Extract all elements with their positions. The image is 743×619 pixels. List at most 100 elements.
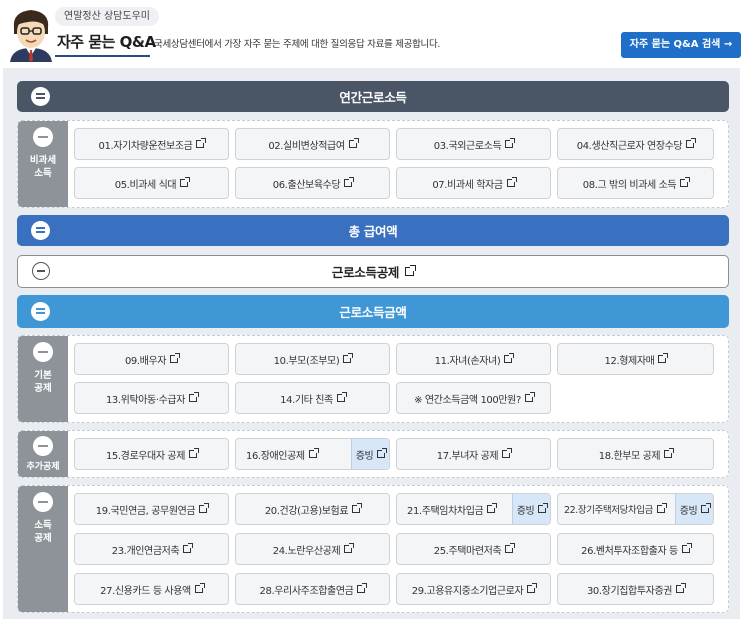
- side-text: 기본: [34, 370, 52, 381]
- tag-label: 증빙: [355, 450, 374, 462]
- item-07[interactable]: 07.비과세 학자금: [396, 167, 551, 199]
- external-link-icon: [357, 583, 368, 593]
- item-13[interactable]: 13.위탁아동·수급자: [74, 382, 229, 414]
- page-description: 국세상담센터에서 가장 자주 묻는 주제에 대한 질의응답 자료를 제공합니다.: [154, 39, 441, 50]
- item-04[interactable]: 04.생산직근로자 연장수당: [557, 128, 714, 160]
- item-26[interactable]: 26.벤처투자조합출자 등: [557, 533, 714, 565]
- external-link-icon: [344, 543, 355, 553]
- item-income-limit[interactable]: ※ 연간소득금액 100만원?: [396, 382, 551, 414]
- external-link-icon: [680, 177, 691, 187]
- item-03[interactable]: 03.국외근로소득: [396, 128, 551, 160]
- item-15[interactable]: 15.경로우대자 공제: [74, 438, 229, 470]
- minus-icon[interactable]: [33, 436, 53, 456]
- item-30[interactable]: 30.장기집합투자증권: [557, 573, 714, 605]
- item-22[interactable]: 22.장기주택저당차입금 증빙: [557, 493, 714, 525]
- item-label: 25.주택마련저축: [433, 545, 502, 557]
- item-01[interactable]: 01.자기차량운전보조금: [74, 128, 229, 160]
- tag-label: 증빙: [516, 505, 535, 517]
- item-14[interactable]: 14.기타 친족: [235, 382, 390, 414]
- item-label: 04.생산직근로자 연장수당: [576, 140, 683, 152]
- external-link-icon: [681, 543, 692, 553]
- item-09[interactable]: 09.배우자: [74, 343, 229, 375]
- item-17[interactable]: 17.부녀자 공제: [396, 438, 551, 470]
- item-20[interactable]: 20.건강(고용)보험료: [235, 493, 390, 525]
- external-link-icon: [352, 503, 363, 513]
- external-link-icon: [405, 265, 417, 276]
- side-text: 공제: [34, 533, 52, 544]
- evidence-tag[interactable]: 증빙: [351, 439, 389, 469]
- item-25[interactable]: 25.주택마련저축: [396, 533, 551, 565]
- bar-label: 연간근로소득: [339, 90, 407, 105]
- external-link-icon: [538, 503, 549, 513]
- collapse-icon[interactable]: [32, 262, 50, 280]
- item-label: 10.부모(조부모): [273, 355, 340, 367]
- page-title: 자주 묻는 Q&A: [57, 33, 156, 51]
- bar-total-salary[interactable]: 총 급여액: [17, 215, 729, 246]
- item-24[interactable]: 24.노란우산공제: [235, 533, 390, 565]
- badge: 연말정산 상담도우미: [55, 7, 159, 26]
- external-link-icon: [308, 448, 319, 458]
- item-label: 22.장기주택저당차입금: [564, 505, 653, 516]
- external-link-icon: [505, 138, 516, 148]
- bar-annual-income[interactable]: 연간근로소득: [17, 81, 729, 112]
- minus-icon[interactable]: [33, 342, 53, 362]
- item-27[interactable]: 27.신용카드 등 사용액: [74, 573, 229, 605]
- item-29[interactable]: 29.고용유지중소기업근로자: [396, 573, 551, 605]
- tag-label: 증빙: [679, 505, 698, 517]
- evidence-tag[interactable]: 증빙: [512, 494, 550, 524]
- qa-search-button[interactable]: 자주 묻는 Q&A 검색 →: [621, 32, 741, 58]
- external-link-icon: [658, 353, 669, 363]
- collapse-icon[interactable]: [31, 87, 50, 106]
- item-label: 13.위탁아동·수급자: [105, 394, 186, 406]
- external-link-icon: [189, 392, 200, 402]
- item-02[interactable]: 02.실비변상적급여: [235, 128, 390, 160]
- external-link-icon: [336, 392, 347, 402]
- item-label: 16.장애인공제: [246, 450, 305, 462]
- item-23[interactable]: 23.개인연금저축: [74, 533, 229, 565]
- external-link-icon: [505, 543, 516, 553]
- external-link-icon: [686, 138, 697, 148]
- item-06[interactable]: 06.출산보육수당: [235, 167, 390, 199]
- item-label: 19.국민연금, 공무원연금: [95, 505, 196, 517]
- item-16[interactable]: 16.장애인공제 증빙: [235, 438, 390, 470]
- item-19[interactable]: 19.국민연금, 공무원연금: [74, 493, 229, 525]
- side-label-basic: 기본 공제: [18, 336, 68, 422]
- side-label-income-deduction: 소득 공제: [18, 486, 68, 612]
- item-label: 21.주택임차차입금: [407, 505, 484, 517]
- item-05[interactable]: 05.비과세 식대: [74, 167, 229, 199]
- section-income-deduction: 소득 공제 19.국민연금, 공무원연금 20.건강(고용)보험료 21.주택임…: [17, 485, 729, 613]
- external-link-icon: [170, 353, 181, 363]
- item-label: ※ 연간소득금액 100만원?: [414, 394, 521, 406]
- external-link-icon: [196, 138, 207, 148]
- item-label: 20.건강(고용)보험료: [264, 505, 349, 517]
- item-08[interactable]: 08.그 밖의 비과세 소득: [557, 167, 714, 199]
- section-additional: 추가공제 15.경로우대자 공제 16.장애인공제 증빙 17.부녀자 공제 1…: [17, 430, 729, 478]
- external-link-icon: [183, 543, 194, 553]
- item-10[interactable]: 10.부모(조부모): [235, 343, 390, 375]
- bar-income-deduction[interactable]: 근로소득공제: [17, 255, 729, 288]
- external-link-icon: [502, 448, 513, 458]
- side-text: 소득: [34, 520, 52, 531]
- item-label: 26.벤처투자조합출자 등: [581, 545, 678, 557]
- collapse-icon[interactable]: [31, 221, 50, 240]
- evidence-tag[interactable]: 증빙: [675, 494, 713, 524]
- item-11[interactable]: 11.자녀(손자녀): [396, 343, 551, 375]
- bar-label: 총 급여액: [348, 224, 398, 239]
- external-link-icon: [199, 503, 210, 513]
- external-link-icon: [664, 448, 675, 458]
- minus-icon[interactable]: [33, 492, 53, 512]
- main-panel: 연간근로소득 비과세 소득 01.자기차량운전보조금 02.실비변상적급여 03…: [3, 68, 740, 619]
- item-28[interactable]: 28.우리사주조합출연금: [235, 573, 390, 605]
- minus-icon[interactable]: [33, 127, 53, 147]
- item-21[interactable]: 21.주택임차차입금 증빙: [396, 493, 551, 525]
- bar-earned-income[interactable]: 근로소득금액: [17, 295, 729, 328]
- item-label: 05.비과세 식대: [114, 179, 177, 191]
- external-link-icon: [504, 353, 515, 363]
- collapse-icon[interactable]: [31, 302, 50, 321]
- external-link-icon: [656, 503, 667, 513]
- item-label: 12.형제자매: [604, 355, 655, 367]
- external-link-icon: [506, 177, 517, 187]
- item-18[interactable]: 18.한부모 공제: [557, 438, 714, 470]
- item-12[interactable]: 12.형제자매: [557, 343, 714, 375]
- item-label: 27.신용카드 등 사용액: [100, 585, 191, 597]
